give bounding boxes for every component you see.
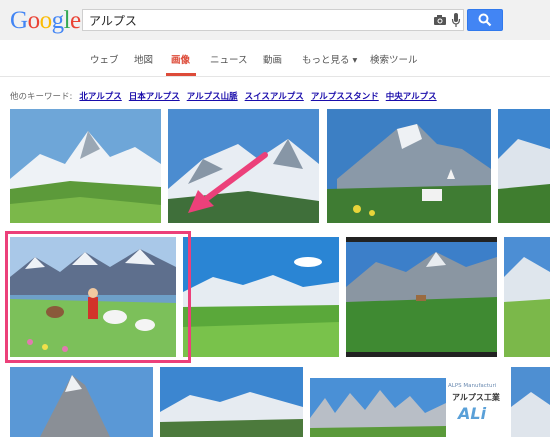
related-keyword[interactable]: 日本アルプス (129, 92, 180, 102)
tab-maps[interactable]: 地図 (134, 52, 153, 66)
logo-letter: o (39, 7, 53, 34)
related-keyword[interactable]: 中央アルプス (386, 92, 437, 102)
image-result[interactable] (504, 237, 550, 357)
image-result[interactable] (498, 109, 550, 223)
search-icon (478, 13, 492, 27)
logo-letter: g (51, 7, 65, 34)
search-box[interactable] (82, 9, 464, 31)
alps-logo-mark: ALi (458, 404, 487, 423)
tab-videos[interactable]: 動画 (263, 52, 282, 66)
image-result[interactable] (10, 367, 153, 437)
related-label: 他のキーワード: (10, 92, 73, 102)
related-keyword[interactable]: アルプス山脈 (187, 92, 238, 102)
image-result[interactable] (310, 378, 446, 437)
camera-icon[interactable] (433, 14, 447, 26)
related-keyword[interactable]: アルプススタンド (311, 92, 379, 102)
image-result[interactable] (183, 237, 339, 357)
logo-letter: e (70, 7, 81, 34)
related-keyword[interactable]: 北アルプス (79, 92, 121, 102)
microphone-icon[interactable] (451, 12, 461, 28)
image-result[interactable] (511, 367, 550, 437)
search-input[interactable] (89, 10, 419, 30)
tab-search-tools[interactable]: 検索ツール (370, 52, 418, 66)
tab-web[interactable]: ウェブ (90, 52, 119, 66)
image-result[interactable] (346, 237, 497, 357)
tab-more[interactable]: もっと見る ▾ (302, 52, 357, 66)
divider (0, 76, 550, 77)
image-result[interactable] (160, 367, 303, 437)
google-logo[interactable]: Google (10, 7, 81, 35)
tab-news[interactable]: ニュース (210, 52, 248, 66)
image-result[interactable] (10, 109, 161, 223)
tab-images[interactable]: 画像 (171, 52, 190, 66)
search-button[interactable] (467, 9, 503, 31)
top-bar: Google (0, 0, 550, 40)
related-keywords: 他のキーワード: 北アルプス 日本アルプス アルプス山脈 スイスアルプス アルプススタンド… (10, 90, 437, 102)
image-result[interactable] (327, 109, 491, 223)
alps-logo-caption: ALPS Manufacturi (448, 383, 497, 389)
logo-letter: o (27, 7, 41, 34)
search-tabs: ウェブ 地図 画像 ニュース 動画 もっと見る ▾ 検索ツール (0, 40, 550, 76)
logo-letter: G (10, 7, 28, 34)
alps-company-name: アルプス工業 (452, 393, 500, 402)
image-result-highlighted[interactable] (10, 237, 176, 357)
image-result[interactable] (168, 109, 319, 223)
related-keyword[interactable]: スイスアルプス (245, 92, 304, 102)
